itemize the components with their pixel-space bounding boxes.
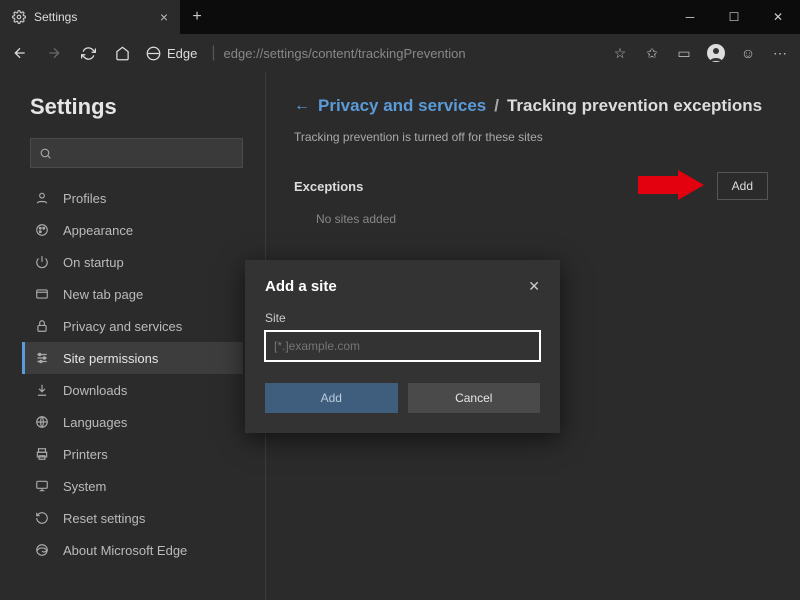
site-field-label: Site xyxy=(265,311,540,325)
lock-icon xyxy=(35,319,51,333)
tab-icon xyxy=(35,287,51,301)
edge-icon xyxy=(35,543,51,557)
sidebar-item-label: Printers xyxy=(63,447,108,462)
system-icon xyxy=(35,479,51,493)
feedback-smile-icon[interactable]: ☺ xyxy=(732,37,764,69)
sidebar-item-privacy-and-services[interactable]: Privacy and services xyxy=(22,310,243,342)
printer-icon xyxy=(35,447,51,461)
dialog-add-button[interactable]: Add xyxy=(265,383,398,413)
sliders-icon xyxy=(35,351,51,365)
sidebar-item-languages[interactable]: Languages xyxy=(22,406,243,438)
settings-search-input[interactable] xyxy=(30,138,243,168)
window-titlebar: Settings × + ─ ☐ ✕ xyxy=(0,0,800,34)
more-menu-button[interactable]: ⋯ xyxy=(764,37,796,69)
sidebar-item-label: Reset settings xyxy=(63,511,145,526)
sidebar-item-label: Downloads xyxy=(63,383,127,398)
sidebar-item-appearance[interactable]: Appearance xyxy=(22,214,243,246)
breadcrumb-link[interactable]: Privacy and services xyxy=(318,96,486,116)
new-tab-button[interactable]: + xyxy=(180,0,214,34)
sidebar-item-profiles[interactable]: Profiles xyxy=(22,182,243,214)
download-icon xyxy=(35,383,51,397)
sidebar-item-about-microsoft-edge[interactable]: About Microsoft Edge xyxy=(22,534,243,566)
window-close-button[interactable]: ✕ xyxy=(756,0,800,34)
sidebar-item-site-permissions[interactable]: Site permissions xyxy=(22,342,243,374)
dialog-cancel-button[interactable]: Cancel xyxy=(408,383,541,413)
favorite-star-icon[interactable]: ☆ xyxy=(604,37,636,69)
nav-back-button[interactable] xyxy=(4,37,36,69)
settings-heading: Settings xyxy=(30,94,243,120)
settings-sidebar: Settings Profiles Appearance On startup New… xyxy=(0,72,265,600)
breadcrumb-back-icon[interactable]: ← xyxy=(294,97,310,115)
sidebar-item-label: Appearance xyxy=(63,223,133,238)
address-toolbar: Edge | edge://settings/content/trackingP… xyxy=(0,34,800,72)
person-icon xyxy=(35,191,51,205)
nav-refresh-button[interactable] xyxy=(72,37,104,69)
reset-icon xyxy=(35,511,51,525)
collections-button[interactable]: ▭ xyxy=(668,37,700,69)
site-url-input[interactable] xyxy=(265,331,540,361)
address-input[interactable]: edge://settings/content/trackingPreventi… xyxy=(224,46,602,61)
sidebar-item-label: Languages xyxy=(63,415,127,430)
power-icon xyxy=(35,255,51,269)
search-icon xyxy=(39,147,52,160)
nav-home-button[interactable] xyxy=(106,37,138,69)
browser-tab-label: Settings xyxy=(34,10,77,24)
sidebar-item-label: System xyxy=(63,479,106,494)
breadcrumb-sep: / xyxy=(494,96,499,116)
sidebar-item-new-tab-page[interactable]: New tab page xyxy=(22,278,243,310)
nav-forward-button[interactable] xyxy=(38,37,70,69)
profile-avatar[interactable] xyxy=(700,37,732,69)
browser-tab[interactable]: Settings × xyxy=(0,0,180,34)
gear-icon xyxy=(12,10,26,24)
sidebar-item-on-startup[interactable]: On startup xyxy=(22,246,243,278)
favorites-button[interactable]: ✩ xyxy=(636,37,668,69)
address-url-text: edge://settings/content/trackingPreventi… xyxy=(224,46,466,61)
site-identity-label: Edge xyxy=(167,46,197,61)
sidebar-item-downloads[interactable]: Downloads xyxy=(22,374,243,406)
add-site-dialog: Add a site ✕ Site Add Cancel xyxy=(245,260,560,433)
site-identity[interactable]: Edge xyxy=(140,46,203,61)
sidebar-item-label: Profiles xyxy=(63,191,106,206)
sidebar-item-printers[interactable]: Printers xyxy=(22,438,243,470)
url-separator: | xyxy=(205,44,221,62)
exceptions-heading: Exceptions xyxy=(294,179,363,194)
sidebar-item-label: Privacy and services xyxy=(63,319,182,334)
breadcrumb: ← Privacy and services / Tracking preven… xyxy=(294,96,768,116)
sidebar-item-label: Site permissions xyxy=(63,351,158,366)
breadcrumb-current: Tracking prevention exceptions xyxy=(507,96,762,116)
globe-icon xyxy=(35,415,51,429)
brush-icon xyxy=(35,223,51,237)
sidebar-item-label: New tab page xyxy=(63,287,143,302)
add-exception-button[interactable]: Add xyxy=(717,172,768,200)
dialog-title: Add a site xyxy=(265,278,337,295)
sidebar-item-label: On startup xyxy=(63,255,124,270)
dialog-close-button[interactable]: ✕ xyxy=(528,278,540,295)
sidebar-item-label: About Microsoft Edge xyxy=(63,543,187,558)
exceptions-empty-text: No sites added xyxy=(294,200,768,226)
page-subtitle: Tracking prevention is turned off for th… xyxy=(294,130,768,144)
sidebar-item-system[interactable]: System xyxy=(22,470,243,502)
window-minimize-button[interactable]: ─ xyxy=(668,0,712,34)
window-maximize-button[interactable]: ☐ xyxy=(712,0,756,34)
sidebar-item-reset-settings[interactable]: Reset settings xyxy=(22,502,243,534)
tab-close-icon[interactable]: × xyxy=(160,9,168,25)
